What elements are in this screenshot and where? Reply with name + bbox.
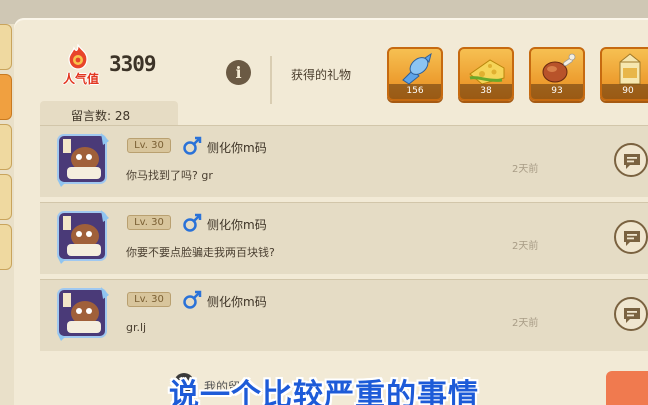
message-row: Lv. 30 侧化你m码 你马找到了吗? gr 2天前 bbox=[40, 125, 648, 197]
avatar[interactable] bbox=[55, 208, 111, 266]
reply-button[interactable] bbox=[614, 220, 648, 254]
gift-slot-milk[interactable]: 90 bbox=[600, 47, 648, 101]
male-icon bbox=[183, 290, 202, 309]
reply-button[interactable] bbox=[614, 297, 648, 331]
drumstick-icon bbox=[542, 53, 576, 83]
gifts-label: 获得的礼物 bbox=[291, 68, 352, 82]
chat-bubble-icon bbox=[624, 308, 640, 323]
message-row: Lv. 30 侧化你m码 你要不要点脸骗走我两百块钱? 2天前 bbox=[40, 202, 648, 274]
avatar[interactable] bbox=[55, 285, 111, 343]
gift-slot-candy[interactable]: 156 bbox=[387, 47, 443, 101]
side-tab-1[interactable] bbox=[0, 24, 12, 70]
message-row: Lv. 30 侧化你m码 gr.lj 2天前 bbox=[40, 279, 648, 351]
side-tab-2[interactable] bbox=[0, 74, 12, 120]
message-text: 你马找到了吗? gr bbox=[126, 169, 213, 182]
nickname[interactable]: 侧化你m码 bbox=[207, 139, 267, 156]
gift-count: 38 bbox=[460, 84, 512, 99]
timestamp: 2天前 bbox=[512, 164, 539, 175]
message-text: 你要不要点脸骗走我两百块钱? bbox=[126, 246, 275, 259]
level-badge: Lv. 30 bbox=[127, 138, 171, 153]
timestamp: 2天前 bbox=[512, 318, 539, 329]
avatar[interactable] bbox=[55, 131, 111, 189]
chat-bubble-icon bbox=[624, 154, 640, 169]
gift-count: 156 bbox=[389, 84, 441, 99]
message-list: Lv. 30 侧化你m码 你马找到了吗? gr 2天前 Lv. 30 侧化你m码… bbox=[40, 125, 648, 360]
message-count-tab: 留言数: 28 bbox=[40, 101, 178, 127]
flame-icon bbox=[68, 44, 88, 70]
candy-icon bbox=[402, 52, 432, 85]
info-icon[interactable]: i bbox=[226, 60, 251, 85]
side-tab-5[interactable] bbox=[0, 224, 12, 270]
gift-slot-cheese[interactable]: 38 bbox=[458, 47, 514, 101]
milk-carton-icon bbox=[619, 53, 641, 85]
level-badge: Lv. 30 bbox=[127, 292, 171, 307]
popularity-score: 3309 bbox=[109, 52, 157, 76]
video-subtitle: 说一个比较严重的事情 bbox=[169, 378, 479, 405]
gift-count: 90 bbox=[602, 84, 648, 99]
level-badge: Lv. 30 bbox=[127, 215, 171, 230]
popularity-badge: 人气值 bbox=[56, 44, 106, 90]
nickname[interactable]: 侧化你m码 bbox=[207, 293, 267, 310]
message-text: gr.lj bbox=[126, 321, 147, 334]
header-divider bbox=[270, 56, 272, 104]
cheese-icon bbox=[469, 59, 505, 85]
popularity-label: 人气值 bbox=[62, 72, 99, 86]
male-icon bbox=[183, 136, 202, 155]
side-tab-bar bbox=[0, 18, 14, 405]
message-count: 留言数: 28 bbox=[71, 109, 131, 123]
male-icon bbox=[183, 213, 202, 232]
side-tab-3[interactable] bbox=[0, 124, 12, 170]
side-tab-4[interactable] bbox=[0, 174, 12, 220]
chat-bubble-icon bbox=[624, 231, 640, 246]
nickname[interactable]: 侧化你m码 bbox=[207, 216, 267, 233]
timestamp: 2天前 bbox=[512, 241, 539, 252]
gift-count: 93 bbox=[531, 84, 583, 99]
reply-button[interactable] bbox=[614, 143, 648, 177]
gift-slot-drumstick[interactable]: 93 bbox=[529, 47, 585, 101]
